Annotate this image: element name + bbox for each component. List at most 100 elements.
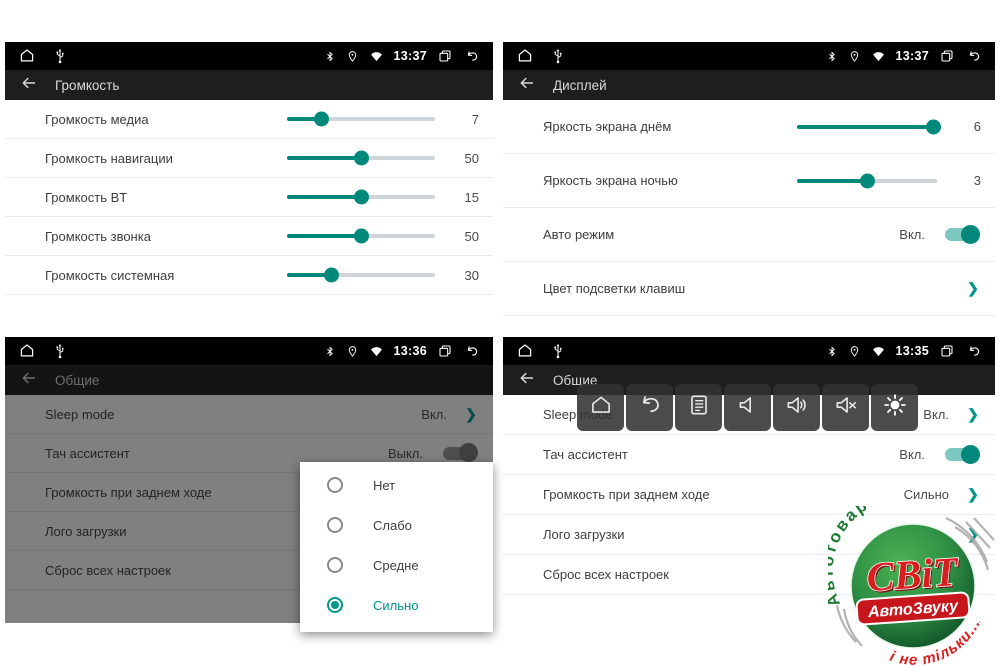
toolbar-mute-button[interactable] (822, 384, 869, 431)
slider-value: 50 (453, 229, 479, 244)
recent-apps-icon[interactable] (939, 48, 955, 64)
back-nav-icon[interactable] (965, 344, 983, 359)
page-title: Дисплей (553, 78, 607, 93)
setting-row-media-volume[interactable]: Громкость медиа 7 (5, 100, 493, 139)
back-arrow-icon[interactable] (518, 74, 536, 97)
setting-row-nav-volume[interactable]: Громкость навигации 50 (5, 139, 493, 178)
radio-icon[interactable] (327, 477, 343, 493)
back-icon (637, 392, 663, 423)
recent-apps-icon[interactable] (437, 48, 453, 64)
list-icon (686, 392, 712, 423)
radio-icon[interactable] (327, 517, 343, 533)
status-bar: 13:35 (503, 337, 995, 365)
nav-volume-slider[interactable] (287, 150, 435, 166)
toolbar-brightness-button[interactable] (871, 384, 918, 431)
media-volume-slider[interactable] (287, 111, 435, 127)
bluetooth-icon (826, 344, 838, 359)
bluetooth-icon (826, 49, 838, 64)
row-label: Яркость экрана днём (543, 119, 797, 134)
row-label: Цвет подсветки клавиш (543, 281, 965, 296)
ring-volume-slider[interactable] (287, 228, 435, 244)
radio-selected-icon[interactable] (327, 597, 343, 613)
setting-row-touch-assistant[interactable]: Тач ассистент Вкл. (503, 435, 995, 475)
setting-row-system-volume[interactable]: Громкость системная 30 (5, 256, 493, 295)
row-value: Вкл. (923, 407, 949, 422)
row-label: Яркость экрана ночью (543, 173, 797, 188)
option-label: Нет (373, 478, 395, 493)
row-label: Громкость навигации (45, 151, 287, 166)
setting-row-key-light-color[interactable]: Цвет подсветки клавиш (503, 262, 995, 316)
setting-row-bt-volume[interactable]: Громкость BT 15 (5, 178, 493, 217)
panel-volume: 13:37 Громкость Громкость медиа 7 Громко… (5, 42, 493, 320)
wifi-icon (369, 50, 384, 63)
slider-thumb[interactable] (354, 190, 369, 205)
bt-volume-slider[interactable] (287, 189, 435, 205)
row-value: Вкл. (899, 447, 925, 462)
home-icon[interactable] (17, 47, 37, 65)
status-bar: 13:37 (503, 42, 995, 70)
setting-row-auto-mode[interactable]: Авто режим Вкл. (503, 208, 995, 262)
mute-icon (833, 392, 859, 423)
row-value: Вкл. (899, 227, 925, 242)
row-label: Громкость BT (45, 190, 287, 205)
home-icon[interactable] (515, 342, 535, 360)
status-bar: 13:37 (5, 42, 493, 70)
usb-icon (553, 343, 563, 359)
slider-thumb[interactable] (314, 112, 329, 127)
popup-option-strong[interactable]: Сильно (300, 585, 493, 625)
back-nav-icon[interactable] (965, 49, 983, 64)
toolbar-home-button[interactable] (577, 384, 624, 431)
back-arrow-icon[interactable] (518, 369, 536, 392)
usb-icon (55, 48, 65, 64)
slider-value: 6 (955, 119, 981, 134)
status-clock: 13:36 (394, 344, 427, 358)
auto-mode-toggle[interactable] (945, 228, 978, 241)
popup-option-weak[interactable]: Слабо (300, 505, 493, 545)
option-label: Средне (373, 558, 419, 573)
home-icon[interactable] (515, 47, 535, 65)
slider-thumb[interactable] (354, 151, 369, 166)
brightness-icon (882, 392, 908, 423)
setting-row-day-brightness[interactable]: Яркость экрана днём 6 (503, 100, 995, 154)
status-clock: 13:37 (394, 49, 427, 63)
popup-option-none[interactable]: Нет (300, 465, 493, 505)
row-label: Громкость при заднем ходе (543, 487, 904, 502)
toolbar-volume-up-button[interactable] (773, 384, 820, 431)
setting-row-ring-volume[interactable]: Громкость звонка 50 (5, 217, 493, 256)
store-watermark-logo: Автотовари СВіТ СВіТ АвтоЗвуку і не тіль… (828, 506, 998, 666)
recent-apps-icon[interactable] (437, 343, 453, 359)
setting-row-night-brightness[interactable]: Яркость экрана ночью 3 (503, 154, 995, 208)
toolbar-volume-down-button[interactable] (724, 384, 771, 431)
toolbar-list-button[interactable] (675, 384, 722, 431)
location-icon (848, 49, 861, 64)
popup-option-medium[interactable]: Средне (300, 545, 493, 585)
night-brightness-slider[interactable] (797, 173, 937, 189)
slider-thumb[interactable] (860, 173, 875, 188)
back-arrow-icon[interactable] (20, 74, 38, 97)
settings-screenshot-collage: 13:37 Громкость Громкость медиа 7 Громко… (0, 0, 1000, 666)
usb-icon (55, 343, 65, 359)
touch-assistant-toggle[interactable] (945, 448, 978, 461)
option-label: Сильно (373, 598, 418, 613)
back-nav-icon[interactable] (463, 344, 481, 359)
system-volume-slider[interactable] (287, 267, 435, 283)
day-brightness-slider[interactable] (797, 119, 937, 135)
row-label: Громкость системная (45, 268, 287, 283)
slider-value: 15 (453, 190, 479, 205)
radio-icon[interactable] (327, 557, 343, 573)
bluetooth-icon (324, 49, 336, 64)
slider-thumb[interactable] (926, 119, 941, 134)
page-title: Громкость (55, 78, 119, 93)
wifi-icon (871, 345, 886, 358)
home-icon[interactable] (17, 342, 37, 360)
slider-thumb[interactable] (354, 229, 369, 244)
row-label: Тач ассистент (543, 447, 899, 462)
toolbar-back-button[interactable] (626, 384, 673, 431)
slider-thumb[interactable] (324, 268, 339, 283)
slider-value: 50 (453, 151, 479, 166)
recent-apps-icon[interactable] (939, 343, 955, 359)
app-bar: Громкость (5, 70, 493, 100)
back-nav-icon[interactable] (463, 49, 481, 64)
usb-icon (553, 48, 563, 64)
status-clock: 13:37 (896, 49, 929, 63)
